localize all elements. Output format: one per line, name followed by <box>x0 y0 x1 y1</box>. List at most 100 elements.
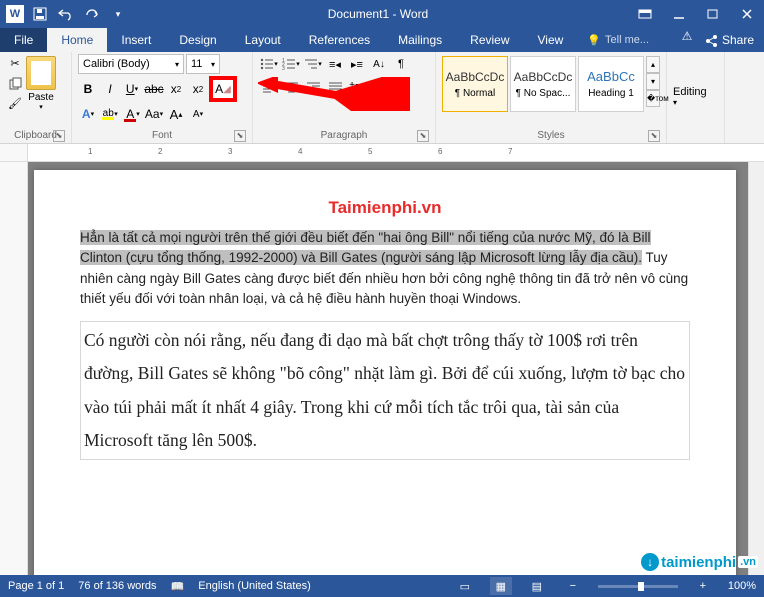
page-indicator[interactable]: Page 1 of 1 <box>8 580 64 592</box>
styles-group-label: Styles <box>537 130 564 141</box>
underline-button[interactable]: U▾ <box>122 79 142 99</box>
font-group-label: Font <box>152 130 172 141</box>
undo-button[interactable] <box>56 4 76 24</box>
style-sample: AaBbCcDc <box>514 70 573 84</box>
shrink-font-button[interactable]: A▾ <box>188 104 208 124</box>
zoom-out-button[interactable]: − <box>562 577 584 595</box>
vertical-ruler[interactable] <box>0 162 28 575</box>
zoom-in-button[interactable]: + <box>692 577 714 595</box>
tab-mailings[interactable]: Mailings <box>384 28 456 52</box>
align-center-button[interactable] <box>281 77 301 97</box>
borders-button[interactable]: ▾ <box>391 77 411 97</box>
style-no-spacing[interactable]: AaBbCcDc ¶ No Spac... <box>510 56 576 112</box>
styles-launcher[interactable]: ⬊ <box>648 130 660 142</box>
font-launcher[interactable]: ⬊ <box>234 130 246 142</box>
style-name: Heading 1 <box>588 88 634 99</box>
bold-button[interactable]: B <box>78 79 98 99</box>
style-name: ¶ Normal <box>455 88 495 99</box>
tab-references[interactable]: References <box>295 28 384 52</box>
text-effects-button[interactable]: A▾ <box>78 104 98 124</box>
warning-icon[interactable]: ⚠ <box>679 28 695 44</box>
logo-text: taimienphi <box>661 554 736 571</box>
tab-layout[interactable]: Layout <box>231 28 295 52</box>
paragraph-1[interactable]: Hẳn là tất cả mọi người trên thế giới đề… <box>80 228 690 309</box>
zoom-level[interactable]: 100% <box>728 580 756 592</box>
vertical-scrollbar[interactable] <box>748 162 764 575</box>
tab-review[interactable]: Review <box>456 28 523 52</box>
share-button[interactable]: Share <box>695 28 764 52</box>
watermark-text: Taimienphi.vn <box>80 198 690 218</box>
paragraph-launcher[interactable]: ⬊ <box>417 130 429 142</box>
spellcheck-icon[interactable]: 📖 <box>171 580 185 593</box>
show-marks-button[interactable]: ¶ <box>391 54 411 74</box>
align-left-button[interactable] <box>259 77 279 97</box>
paragraph-2[interactable]: Có người còn nói rằng, nếu đang đi dạo m… <box>80 321 690 460</box>
share-label: Share <box>722 33 754 47</box>
font-size-combo[interactable]: 11▾ <box>186 54 220 74</box>
numbering-button[interactable]: 123▾ <box>281 54 301 74</box>
ribbon-options-button[interactable] <box>628 0 662 28</box>
justify-button[interactable] <box>325 77 345 97</box>
web-layout-button[interactable]: ▤ <box>526 577 548 595</box>
multilevel-list-button[interactable]: ▾ <box>303 54 323 74</box>
ruler-corner <box>0 144 28 161</box>
strikethrough-button[interactable]: abc <box>144 79 164 99</box>
maximize-button[interactable] <box>696 0 730 28</box>
tab-view[interactable]: View <box>524 28 578 52</box>
tab-design[interactable]: Design <box>165 28 230 52</box>
zoom-slider[interactable] <box>598 585 678 588</box>
editing-menu[interactable]: Editing ▾ <box>673 54 718 127</box>
increase-indent-button[interactable]: ▸≡ <box>347 54 367 74</box>
cut-button[interactable]: ✂ <box>6 54 24 72</box>
clipboard-group-label: Clipboard <box>14 130 57 141</box>
clipboard-launcher[interactable]: ⬊ <box>53 130 65 142</box>
tab-file[interactable]: File <box>0 28 47 52</box>
align-right-button[interactable] <box>303 77 323 97</box>
clear-formatting-button[interactable]: A◢ <box>210 77 236 101</box>
window-title: Document1 - Word <box>128 7 628 21</box>
print-layout-button[interactable]: ▦ <box>490 577 512 595</box>
styles-scroll-up[interactable]: ▴ <box>646 56 660 73</box>
style-sample: AaBbCcDc <box>446 70 505 84</box>
read-mode-button[interactable]: ▭ <box>454 577 476 595</box>
styles-more-button[interactable]: �том <box>646 90 660 107</box>
word-count[interactable]: 76 of 136 words <box>78 580 156 592</box>
style-sample: AaBbCc <box>587 69 635 84</box>
format-painter-button[interactable]: 🖌 <box>6 94 24 112</box>
superscript-button[interactable]: x2 <box>188 79 208 99</box>
font-size-value: 11 <box>191 58 202 70</box>
change-case-button[interactable]: Aa▾ <box>144 104 164 124</box>
grow-font-button[interactable]: A▴ <box>166 104 186 124</box>
line-spacing-button[interactable]: ‡≡▾ <box>347 77 367 97</box>
tell-me-search[interactable]: 💡 Tell me... <box>577 28 679 52</box>
style-heading1[interactable]: AaBbCc Heading 1 <box>578 56 644 112</box>
style-name: ¶ No Spac... <box>516 88 571 99</box>
tab-home[interactable]: Home <box>47 28 107 52</box>
save-button[interactable] <box>30 4 50 24</box>
font-color-button[interactable]: A▾ <box>122 104 142 124</box>
redo-button[interactable] <box>82 4 102 24</box>
shading-button[interactable]: ▾ <box>369 77 389 97</box>
decrease-indent-button[interactable]: ≡◂ <box>325 54 345 74</box>
logo-suffix: .vn <box>738 556 758 568</box>
tab-insert[interactable]: Insert <box>107 28 165 52</box>
minimize-button[interactable] <box>662 0 696 28</box>
highlight-button[interactable]: ab▾ <box>100 104 120 124</box>
italic-button[interactable]: I <box>100 79 120 99</box>
selected-text: Hẳn là tất cả mọi người trên thế giới đề… <box>80 230 651 265</box>
language-indicator[interactable]: English (United States) <box>198 580 311 592</box>
font-name-combo[interactable]: Calibri (Body)▾ <box>78 54 184 74</box>
taimienphi-logo: ↓taimienphi.vn <box>641 553 758 571</box>
subscript-button[interactable]: x2 <box>166 79 186 99</box>
paragraph-group-label: Paragraph <box>321 130 368 141</box>
qat-customize-button[interactable]: ▾ <box>108 4 128 24</box>
bullets-button[interactable]: ▾ <box>259 54 279 74</box>
copy-button[interactable] <box>6 74 24 92</box>
sort-button[interactable]: A↓ <box>369 54 389 74</box>
horizontal-ruler[interactable]: 1234567 <box>28 144 764 161</box>
style-normal[interactable]: AaBbCcDc ¶ Normal <box>442 56 508 112</box>
close-button[interactable] <box>730 0 764 28</box>
document-page[interactable]: Taimienphi.vn Hẳn là tất cả mọi người tr… <box>34 170 736 575</box>
paste-button[interactable]: Paste ▾ <box>26 54 56 111</box>
styles-scroll-down[interactable]: ▾ <box>646 73 660 90</box>
